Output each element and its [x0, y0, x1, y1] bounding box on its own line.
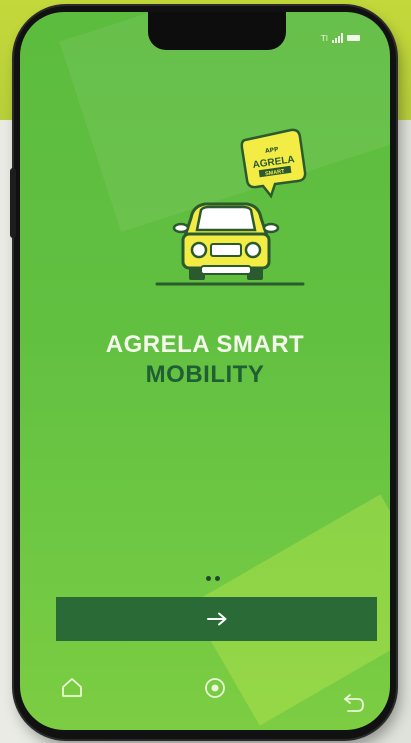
status-carrier-text: Tl: [320, 33, 328, 43]
car-icon: APP AGRELA SMART: [155, 128, 307, 286]
title-line-1: AGRELA SMART: [105, 331, 305, 358]
next-button[interactable]: [56, 597, 377, 641]
camera-notch: [148, 12, 286, 50]
status-bar: Tl: [321, 32, 360, 44]
app-title: AGRELA SMART MOBILITY: [20, 330, 390, 390]
arrow-right-icon: [206, 612, 226, 626]
pager-dot[interactable]: [215, 576, 220, 581]
home-icon[interactable]: [60, 676, 84, 702]
title-line-2: MOBILITY: [145, 361, 265, 388]
signal-icon: [332, 33, 343, 43]
circle-button-icon[interactable]: [203, 676, 227, 704]
back-icon[interactable]: [342, 692, 366, 718]
pager-dot[interactable]: [206, 576, 211, 581]
app-logo: APP AGRELA SMART: [153, 126, 323, 296]
battery-icon: [347, 35, 360, 41]
pager-dots: [206, 576, 220, 581]
phone-screen: Tl APP AGRELA SMART AGRELA SMART MOBILIT…: [20, 12, 390, 730]
car-body: [155, 202, 305, 286]
system-nav-bar: [20, 668, 390, 714]
agrela-badge-icon: APP AGRELA SMART: [240, 128, 307, 199]
phone-side-button: [10, 168, 16, 238]
